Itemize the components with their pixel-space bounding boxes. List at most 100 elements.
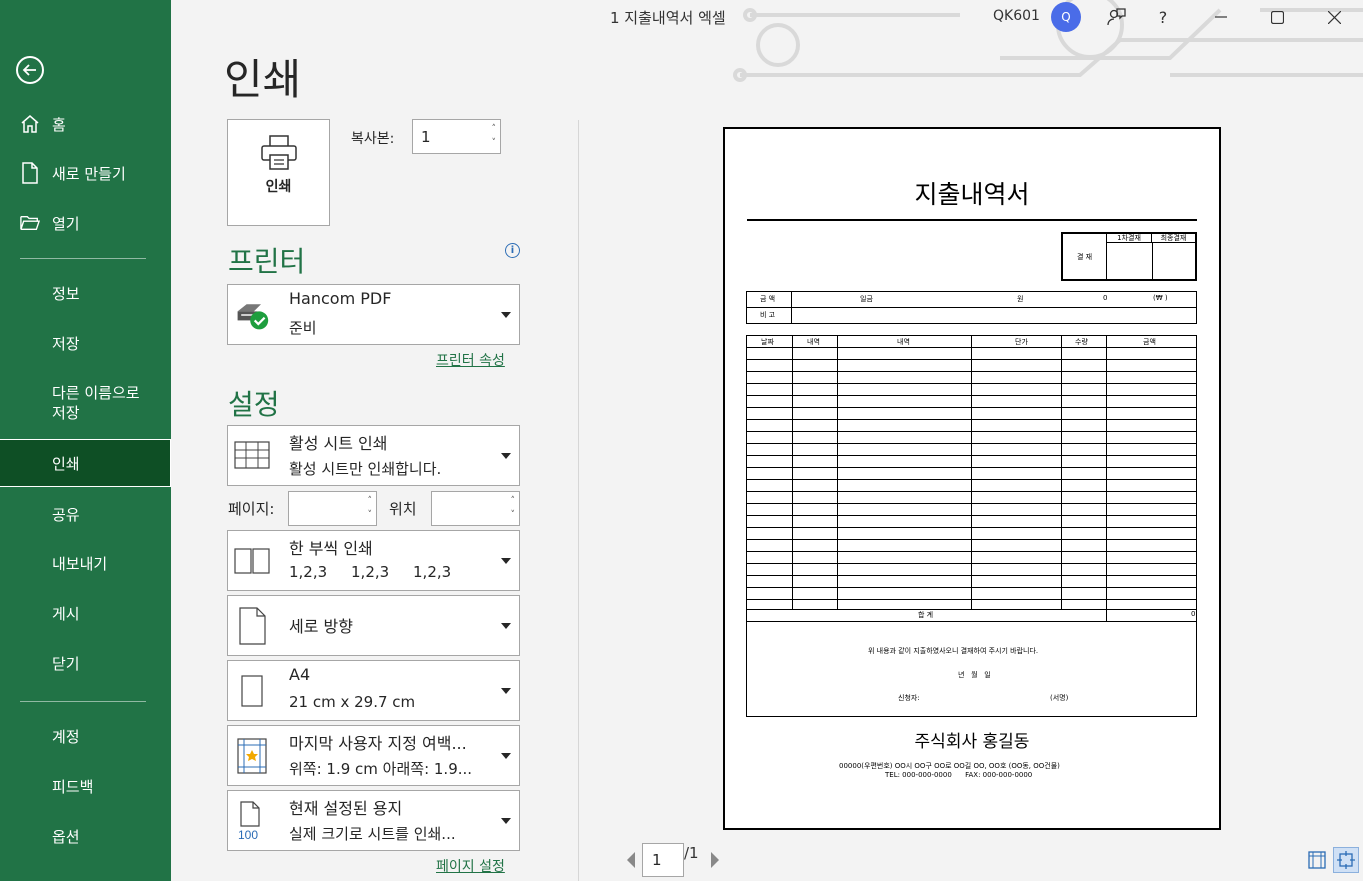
orientation-label: 세로 방향: [289, 617, 353, 636]
back-button[interactable]: [16, 56, 44, 84]
table-column-line: [792, 335, 793, 609]
page-title: 인쇄: [224, 55, 302, 104]
nav-publish[interactable]: 게시: [0, 589, 171, 637]
stepper-arrows-icon[interactable]: ˄ ˅: [368, 494, 373, 522]
feedback-icon[interactable]: [1103, 4, 1129, 30]
collate-icon: [234, 541, 270, 581]
nav-new[interactable]: 새로 만들기: [0, 149, 171, 197]
print-preview-page: 지출내역서 결 재 1차결재 최종결재 금 액 일금 원 0 (₩ ) 비 고 …: [723, 127, 1221, 830]
chevron-down-icon: [501, 452, 511, 459]
printer-properties-link[interactable]: 프린터 속성: [436, 350, 505, 370]
nav-export[interactable]: 내보내기: [0, 539, 171, 587]
pages-to-stepper[interactable]: ˄ ˅: [431, 491, 520, 526]
copies-stepper[interactable]: 1 ˄ ˅: [412, 119, 501, 154]
paper-size-label: A4: [289, 665, 311, 684]
avatar[interactable]: Q: [1051, 2, 1081, 32]
folder-open-icon: [20, 214, 40, 232]
pages-from-stepper[interactable]: ˄ ˅: [288, 491, 377, 526]
next-page-button[interactable]: [702, 847, 728, 873]
arrow-left-icon: [22, 64, 36, 76]
printer-ready-icon: [234, 295, 270, 335]
home-icon: [20, 114, 40, 134]
chevron-down-icon: [501, 817, 511, 824]
orientation-dropdown[interactable]: 세로 방향: [227, 595, 520, 656]
amount-text: 일금: [860, 295, 873, 303]
print-what-desc: 활성 시트만 인쇄합니다.: [289, 460, 442, 478]
print-what-label: 활성 시트 인쇄: [289, 434, 388, 453]
amount-row-line: [746, 307, 1197, 308]
margins-dropdown[interactable]: 마지막 사용자 지정 여백... 위쪽: 1.9 cm 아래쪽: 1.9...: [227, 725, 520, 786]
table-column-line: [1106, 335, 1107, 609]
nav-home-label: 홈: [52, 115, 66, 134]
title-underline: [747, 219, 1197, 221]
table-header-item: 내역: [807, 338, 820, 346]
show-margins-icon[interactable]: [1304, 847, 1330, 873]
paper-size-dropdown[interactable]: A4 21 cm x 29.7 cm: [227, 660, 520, 721]
amount-label-divider: [791, 291, 792, 324]
nav-feedback-label: 피드백: [52, 777, 94, 796]
table-header-amount: 금액: [1143, 338, 1156, 346]
total-label: 합 계: [918, 611, 934, 619]
nav-account[interactable]: 계정: [0, 712, 171, 760]
collate-label: 한 부씩 인쇄: [289, 539, 373, 558]
zoom-to-page-icon[interactable]: [1333, 847, 1359, 873]
nav-options-label: 옵션: [52, 827, 80, 846]
svg-text:100: 100: [238, 828, 258, 841]
nav-share[interactable]: 공유: [0, 490, 171, 538]
scaling-label: 현재 설정된 용지: [289, 799, 403, 818]
table-column-line: [1061, 335, 1062, 609]
stepper-arrows-icon[interactable]: ˄ ˅: [492, 122, 497, 150]
nav-print[interactable]: 인쇄: [0, 439, 171, 487]
applicant-label: 신청자:: [898, 694, 920, 702]
collate-dropdown[interactable]: 한 부씩 인쇄 1,2,3 1,2,3 1,2,3: [227, 530, 520, 591]
nav-save-as-label: 다른 이름으로 저장: [52, 384, 140, 422]
paper-size-desc: 21 cm x 29.7 cm: [289, 693, 416, 711]
nav-options[interactable]: 옵션: [0, 812, 171, 860]
page-setup-link[interactable]: 페이지 설정: [436, 856, 505, 876]
nav-open[interactable]: 열기: [0, 199, 171, 247]
pages-to-label: 위치: [389, 500, 417, 518]
nav-close[interactable]: 닫기: [0, 639, 171, 687]
pages-label: 페이지:: [228, 500, 275, 518]
minimize-button[interactable]: [1208, 4, 1234, 30]
maximize-button[interactable]: [1264, 4, 1290, 30]
nav-feedback[interactable]: 피드백: [0, 762, 171, 810]
sign-label: (서명): [1050, 694, 1069, 702]
nav-save[interactable]: 저장: [0, 319, 171, 367]
info-icon[interactable]: i: [505, 243, 520, 258]
amount-won: 원: [1017, 295, 1024, 303]
approval-col1: 1차결재: [1107, 234, 1152, 243]
nav-account-label: 계정: [52, 727, 80, 746]
backstage-sidebar: 홈 새로 만들기 열기 정보 저장 다른 이름으로 저장 인쇄 공유 내보내기 …: [0, 0, 171, 881]
nav-close-label: 닫기: [52, 654, 80, 673]
print-what-dropdown[interactable]: 활성 시트 인쇄 활성 시트만 인쇄합니다.: [227, 425, 520, 486]
prev-page-button[interactable]: [618, 847, 644, 873]
help-button[interactable]: ?: [1150, 4, 1176, 30]
amount-value: 0: [1103, 294, 1108, 302]
total-value: 0: [1191, 610, 1196, 618]
sheet-grid-icon: [234, 436, 270, 476]
nav-share-label: 공유: [52, 505, 80, 524]
printer-dropdown[interactable]: Hancom PDF 준비: [227, 284, 520, 345]
page-number-input[interactable]: 1: [642, 843, 684, 877]
nav-info[interactable]: 정보: [0, 269, 171, 317]
paper-size-icon: [234, 671, 270, 711]
new-document-icon: [20, 162, 40, 184]
close-button[interactable]: [1321, 4, 1347, 30]
nav-home[interactable]: 홈: [0, 100, 171, 148]
company-contact: TEL: 000-000-0000 FAX: 000-000-0000: [885, 771, 1033, 779]
nav-save-as[interactable]: 다른 이름으로 저장: [0, 375, 171, 431]
user-name[interactable]: QK601: [993, 8, 1040, 24]
nav-export-label: 내보내기: [52, 554, 108, 573]
stepper-arrows-icon[interactable]: ˄ ˅: [511, 494, 516, 522]
amount-label: 금 액: [760, 295, 776, 303]
table-column-line: [971, 335, 972, 609]
scaling-100-icon: 100: [234, 801, 270, 841]
scaling-dropdown[interactable]: 100 현재 설정된 용지 실제 크기로 시트를 인쇄...: [227, 790, 520, 851]
table-header-unit-price: 단가: [1015, 338, 1028, 346]
nav-open-label: 열기: [52, 214, 80, 233]
document-title: 1 지출내역서 엑셀: [610, 9, 726, 27]
table-header-qty: 수량: [1075, 338, 1088, 346]
collate-desc: 1,2,3 1,2,3 1,2,3: [289, 563, 452, 581]
print-button[interactable]: 인쇄: [227, 119, 330, 226]
